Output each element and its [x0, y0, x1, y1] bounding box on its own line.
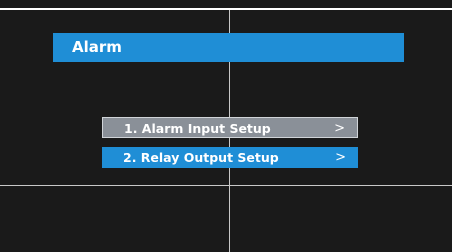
menu-item-label: 1. Alarm Input Setup: [124, 121, 271, 136]
page-title: Alarm: [53, 33, 404, 62]
alarm-screen: Alarm 1. Alarm Input Setup > 2. Relay Ou…: [0, 0, 452, 252]
menu-item-relay-output-setup[interactable]: 2. Relay Output Setup >: [102, 147, 358, 168]
menu-item-label: 2. Relay Output Setup: [123, 150, 279, 165]
horizontal-divider: [0, 185, 452, 186]
chevron-right-icon: >: [335, 150, 346, 165]
chevron-right-icon: >: [334, 121, 345, 136]
top-border: [0, 8, 452, 10]
menu-item-alarm-input-setup[interactable]: 1. Alarm Input Setup >: [102, 117, 358, 138]
